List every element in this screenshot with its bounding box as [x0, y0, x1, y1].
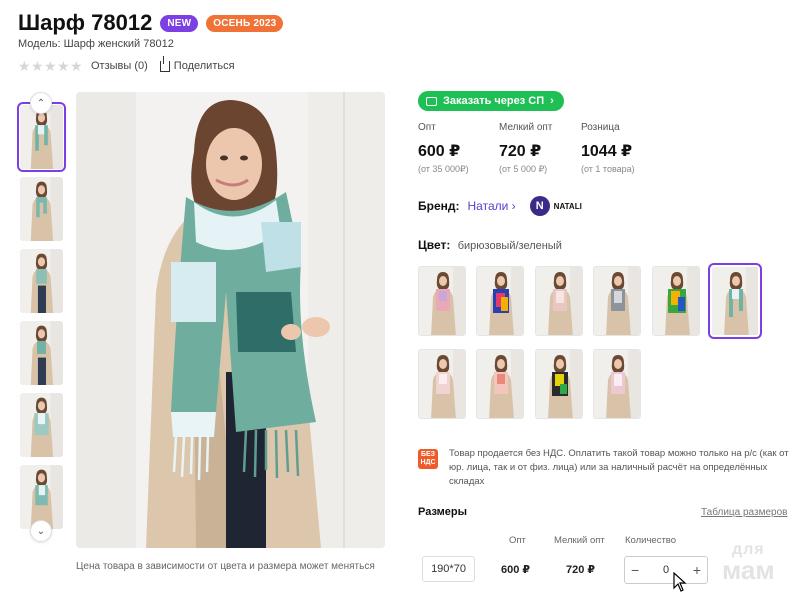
color-swatch[interactable] [593, 349, 641, 419]
row-price-small-opt: 720 ₽ [566, 564, 596, 576]
star-icon[interactable]: ★ [31, 59, 44, 73]
thumbnail[interactable] [20, 249, 63, 313]
order-sp-label: Заказать через СП [443, 95, 545, 107]
no-vat-icon: БЕЗ НДС [418, 449, 438, 469]
row-price-opt: 600 ₽ [501, 564, 531, 576]
share-label: Поделиться [173, 60, 235, 72]
badge-new: NEW [160, 14, 199, 32]
color-swatch[interactable] [418, 349, 466, 419]
cart-icon [426, 96, 437, 106]
price-small-opt: Мелкий опт 720 ₽ (от 5 000 ₽) [499, 122, 552, 175]
price-value: 600 ₽ [418, 143, 461, 160]
column-header-quantity: Количество [625, 535, 677, 546]
brand-label: Бренд: [418, 199, 460, 213]
brand-row: Бренд: Натали › N NATALI [418, 196, 582, 216]
price-value: 1044 ₽ [581, 143, 633, 160]
thumbnail[interactable] [20, 177, 63, 241]
plus-icon[interactable]: + [693, 562, 701, 578]
product-title: Шарф 78012 [18, 10, 153, 35]
price-value: 720 ₽ [499, 143, 542, 160]
price-opt: Опт 600 ₽ (от 35 000₽) [418, 122, 469, 175]
price-retail: Розница 1044 ₽ (от 1 товара) [581, 122, 635, 174]
quantity-stepper: − 0 + [624, 556, 708, 584]
star-icon[interactable]: ★ [18, 59, 31, 73]
color-swatch[interactable] [418, 266, 466, 336]
color-swatch[interactable] [476, 266, 524, 336]
star-icon[interactable]: ★ [70, 59, 83, 73]
price-note: (от 5 000 ₽) [499, 164, 548, 174]
color-value: бирюзовый/зеленый [457, 240, 562, 252]
share-button[interactable]: Поделиться [159, 55, 235, 72]
color-swatch[interactable] [535, 349, 583, 419]
brand-logo-text: NATALI [553, 201, 582, 211]
price-note: (от 35 000₽) [418, 164, 469, 174]
photo-caption: Цена товара в зависимости от цвета и раз… [76, 561, 375, 572]
share-icon [159, 55, 170, 72]
column-header-small-opt: Мелкий опт [554, 535, 605, 546]
reviews-link[interactable]: Отзывы (0) [91, 60, 148, 72]
quantity-value[interactable]: 0 [663, 564, 669, 576]
order-sp-button[interactable]: Заказать через СП › [418, 91, 564, 111]
color-label: Цвет: [418, 238, 451, 252]
chevron-up-icon: ⌃ [36, 97, 46, 109]
color-swatch[interactable] [652, 266, 700, 336]
price-note: (от 1 товара) [581, 164, 635, 174]
chevron-down-icon: ⌄ [36, 525, 46, 537]
price-label: Мелкий опт [499, 122, 553, 133]
chevron-right-icon: › [550, 95, 554, 107]
watermark-bottom: мам [722, 555, 775, 585]
vat-notice: Товар продается без НДС. Оплатить такой … [449, 448, 789, 487]
thumbnails-down-button[interactable]: ⌄ [30, 520, 52, 542]
color-row: Цвет: бирюзовый/зеленый [418, 238, 562, 252]
size-table-link[interactable]: Таблица размеров [701, 507, 787, 518]
star-icon[interactable]: ★ [44, 59, 57, 73]
minus-icon[interactable]: − [631, 562, 639, 578]
column-header-opt: Опт [509, 535, 526, 546]
thumbnail[interactable] [20, 321, 63, 385]
mouse-cursor-icon [673, 572, 687, 592]
thumbnails-up-button[interactable]: ⌃ [30, 92, 52, 114]
product-model: Модель: Шарф женский 78012 [18, 38, 174, 50]
main-product-photo[interactable] [76, 92, 385, 548]
price-label: Розница [581, 122, 620, 133]
brand-link[interactable]: Натали › [468, 199, 516, 213]
watermark: для мам [722, 540, 775, 585]
title-row: Шарф 78012 NEW ОСЕНЬ 2023 [18, 10, 284, 36]
brand-logo-icon: N [529, 196, 550, 216]
color-swatch[interactable] [593, 266, 641, 336]
price-label: Опт [418, 122, 436, 133]
star-icon[interactable]: ★ [57, 59, 70, 73]
color-swatch[interactable] [476, 349, 524, 419]
badge-season: ОСЕНЬ 2023 [206, 14, 284, 32]
thumbnail-strip: ⌃ ⌄ [17, 92, 66, 548]
color-swatch-selected[interactable] [708, 263, 762, 339]
size-chip[interactable]: 190*70 [422, 556, 475, 582]
meta-row: ★ ★ ★ ★ ★ Отзывы (0) Поделиться [18, 55, 235, 73]
thumbnail[interactable] [17, 102, 66, 172]
brand-logo[interactable]: N NATALI [529, 196, 582, 216]
thumbnail[interactable] [20, 393, 63, 457]
color-swatch[interactable] [535, 266, 583, 336]
sizes-title: Размеры [418, 506, 468, 518]
